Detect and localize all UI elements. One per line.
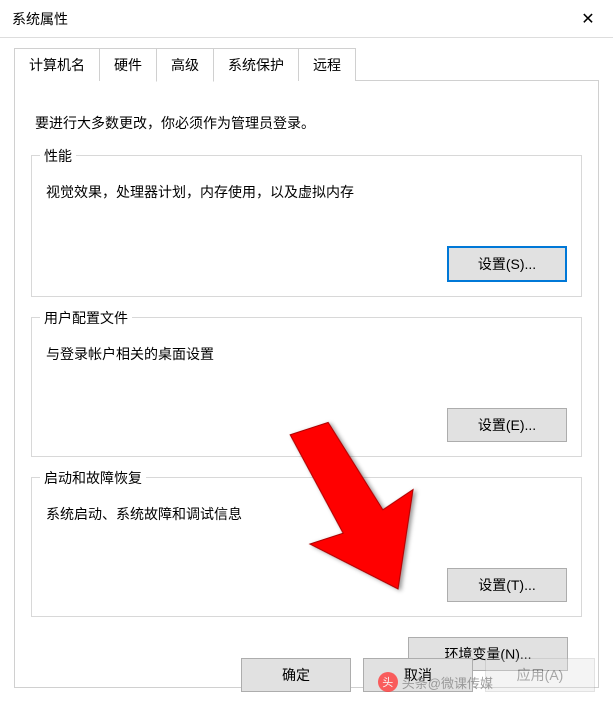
tab-remote[interactable]: 远程 xyxy=(298,48,356,81)
performance-settings-button[interactable]: 设置(S)... xyxy=(447,246,567,282)
ok-button[interactable]: 确定 xyxy=(241,658,351,692)
performance-group: 性能 视觉效果，处理器计划，内存使用，以及虚拟内存 设置(S)... xyxy=(31,155,582,297)
advanced-panel: 要进行大多数更改，你必须作为管理员登录。 性能 视觉效果，处理器计划，内存使用，… xyxy=(14,80,599,688)
startup-recovery-settings-button[interactable]: 设置(T)... xyxy=(447,568,567,602)
tab-computer-name[interactable]: 计算机名 xyxy=(14,48,100,81)
watermark-text: 头条@微课传媒 xyxy=(402,673,493,692)
intro-text: 要进行大多数更改，你必须作为管理员登录。 xyxy=(35,113,578,133)
close-icon: ✕ xyxy=(581,9,594,29)
startup-recovery-group: 启动和故障恢复 系统启动、系统故障和调试信息 设置(T)... xyxy=(31,477,582,617)
tab-strip: 计算机名 硬件 高级 系统保护 远程 xyxy=(14,48,599,81)
tab-advanced[interactable]: 高级 xyxy=(156,48,214,82)
user-profiles-title: 用户配置文件 xyxy=(40,308,132,328)
dialog-content: 计算机名 硬件 高级 系统保护 远程 要进行大多数更改，你必须作为管理员登录。 … xyxy=(0,38,613,689)
startup-recovery-title: 启动和故障恢复 xyxy=(40,468,146,488)
watermark: 头 头条@微课传媒 xyxy=(378,672,493,692)
titlebar: 系统属性 ✕ xyxy=(0,0,613,38)
user-profiles-group: 用户配置文件 与登录帐户相关的桌面设置 设置(E)... xyxy=(31,317,582,457)
performance-title: 性能 xyxy=(40,146,76,166)
apply-button: 应用(A) xyxy=(485,658,595,692)
tab-system-protection[interactable]: 系统保护 xyxy=(213,48,299,81)
user-profiles-settings-button[interactable]: 设置(E)... xyxy=(447,408,567,442)
startup-recovery-desc: 系统启动、系统故障和调试信息 xyxy=(46,504,567,524)
close-button[interactable]: ✕ xyxy=(563,0,613,38)
watermark-logo-icon: 头 xyxy=(378,672,398,692)
window-title: 系统属性 xyxy=(12,9,68,29)
tab-hardware[interactable]: 硬件 xyxy=(99,48,157,81)
performance-desc: 视觉效果，处理器计划，内存使用，以及虚拟内存 xyxy=(46,182,567,202)
user-profiles-desc: 与登录帐户相关的桌面设置 xyxy=(46,344,567,364)
